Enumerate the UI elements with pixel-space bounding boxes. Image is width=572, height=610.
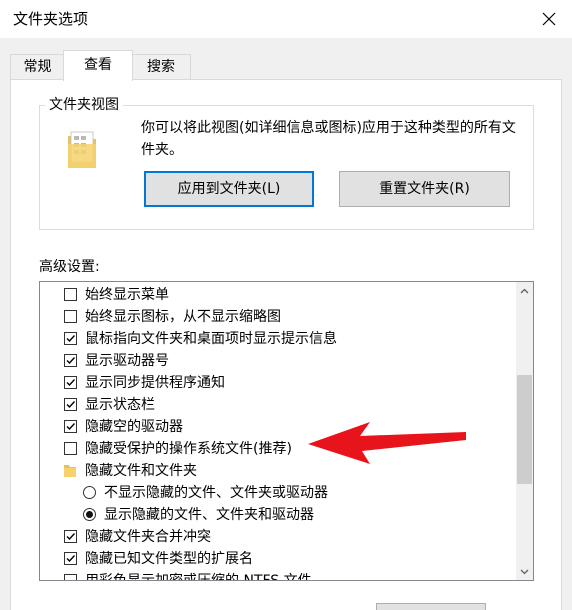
checkmark-icon	[66, 379, 76, 387]
chevron-up-icon	[520, 288, 529, 293]
list-item-label: 隐藏空的驱动器	[85, 419, 183, 435]
checkmark-icon	[66, 533, 76, 541]
list-item[interactable]: 鼠标指向文件夹和桌面项时显示提示信息	[40, 328, 510, 350]
radio-dot-icon	[86, 511, 93, 518]
close-icon	[542, 12, 556, 26]
checkmark-icon	[66, 357, 76, 365]
list-item-label: 显示驱动器号	[85, 353, 169, 369]
radio-button-selected[interactable]	[83, 508, 96, 521]
checkbox[interactable]	[64, 310, 77, 323]
tab-view-label: 查看	[84, 57, 112, 73]
chevron-down-icon	[520, 569, 529, 574]
list-item[interactable]: 始终显示菜单	[40, 284, 510, 306]
window-title: 文件夹选项	[13, 10, 89, 28]
annotation-arrow-icon	[308, 422, 466, 464]
list-item-label: 始终显示图标，从不显示缩略图	[85, 309, 281, 325]
tab-general-label: 常规	[23, 59, 52, 75]
checkbox-checked[interactable]	[64, 376, 77, 389]
list-item-label: 鼠标指向文件夹和桌面项时显示提示信息	[85, 331, 337, 347]
list-item[interactable]: 不显示隐藏的文件、文件夹或驱动器	[40, 482, 510, 504]
list-item[interactable]: 始终显示图标，从不显示缩略图	[40, 306, 510, 328]
list-item-label: 显示隐藏的文件、文件夹和驱动器	[104, 507, 314, 523]
checkbox-checked[interactable]	[64, 332, 77, 345]
scroll-down-button[interactable]	[516, 563, 533, 580]
list-item-label: 隐藏文件夹合并冲突	[85, 529, 211, 545]
radio-button[interactable]	[83, 486, 96, 499]
scrollbar-thumb[interactable]	[517, 375, 532, 484]
folder-view-legend: 文件夹视图	[45, 96, 123, 114]
ok-button[interactable]	[376, 603, 486, 610]
checkbox[interactable]	[64, 442, 77, 455]
list-item-label: 隐藏已知文件类型的扩展名	[85, 551, 253, 567]
checkmark-icon	[66, 423, 76, 431]
checkbox[interactable]	[64, 288, 77, 301]
list-item[interactable]: 用彩色显示加密或压缩的 NTFS 文件	[40, 570, 510, 581]
close-button[interactable]	[526, 0, 572, 38]
folder-view-description: 你可以将此视图(如详细信息或图标)应用于这种类型的所有文件夹。	[141, 120, 516, 158]
list-scrollbar[interactable]	[516, 282, 533, 580]
reset-folders-label: 重置文件夹(R)	[379, 181, 470, 197]
advanced-settings-label: 高级设置:	[39, 259, 100, 275]
list-item[interactable]: 隐藏已知文件类型的扩展名	[40, 548, 510, 570]
list-item[interactable]: 显示同步提供程序通知	[40, 372, 510, 394]
folder-icon	[64, 465, 76, 477]
checkbox-checked[interactable]	[64, 354, 77, 367]
checkbox[interactable]	[64, 574, 77, 580]
tab-view[interactable]: 查看	[63, 50, 133, 81]
list-item-label: 隐藏文件和文件夹	[85, 463, 197, 479]
list-item[interactable]: 显示隐藏的文件、文件夹和驱动器	[40, 504, 510, 526]
tab-search[interactable]: 搜索	[131, 54, 191, 79]
checkmark-icon	[66, 335, 76, 343]
reset-folders-button[interactable]: 重置文件夹(R)	[339, 171, 510, 207]
list-item-label: 显示同步提供程序通知	[85, 375, 225, 391]
list-item-label: 不显示隐藏的文件、文件夹或驱动器	[104, 485, 328, 501]
tab-search-label: 搜索	[147, 59, 175, 75]
apply-to-folders-label: 应用到文件夹(L)	[177, 181, 281, 197]
folder-options-dialog: 文件夹选项 常规 查看 搜索 文件夹视图 你可以将此视图(如详细信息或图标)应用…	[0, 0, 572, 610]
checkmark-icon	[66, 555, 76, 563]
list-item-label: 用彩色显示加密或压缩的 NTFS 文件	[85, 573, 312, 581]
checkbox-checked[interactable]	[64, 530, 77, 543]
list-item-label: 始终显示菜单	[85, 287, 169, 303]
apply-to-folders-button[interactable]: 应用到文件夹(L)	[144, 171, 314, 207]
scroll-up-button[interactable]	[516, 282, 533, 299]
list-item[interactable]: 显示状态栏	[40, 394, 510, 416]
list-item-label: 显示状态栏	[85, 397, 155, 413]
folder-view-icon	[68, 131, 96, 168]
checkmark-icon	[66, 401, 76, 409]
checkbox-checked[interactable]	[64, 420, 77, 433]
list-item-label: 隐藏受保护的操作系统文件(推荐)	[85, 441, 292, 457]
checkbox-checked[interactable]	[64, 552, 77, 565]
list-item[interactable]: 显示驱动器号	[40, 350, 510, 372]
list-item[interactable]: 隐藏文件夹合并冲突	[40, 526, 510, 548]
tab-general[interactable]: 常规	[10, 54, 65, 79]
title-bar: 文件夹选项	[0, 0, 572, 38]
checkbox-checked[interactable]	[64, 398, 77, 411]
